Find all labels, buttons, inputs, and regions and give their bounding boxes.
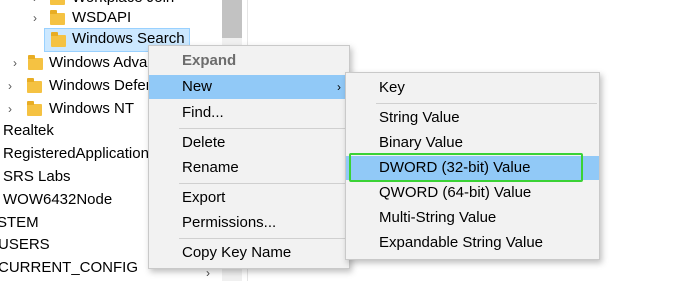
tree-item-label: WOW6432Node xyxy=(3,191,113,208)
folder-icon xyxy=(27,101,42,116)
menu-item-delete[interactable]: Delete xyxy=(149,131,349,155)
tree-item-label: RegisteredApplications xyxy=(3,145,157,162)
tree-item-label: WSDAPI xyxy=(72,9,132,26)
menu-item-expand[interactable]: Expand xyxy=(149,49,349,73)
menu-separator xyxy=(179,183,347,184)
menu-item-label: QWORD (64-bit) Value xyxy=(379,184,532,201)
menu-separator xyxy=(179,238,347,239)
submenu-item-binary-value[interactable]: Binary Value xyxy=(346,131,599,155)
folder-icon xyxy=(50,10,65,25)
folder-icon xyxy=(28,55,43,70)
menu-item-export[interactable]: Export xyxy=(149,186,349,210)
expand-chevron-icon[interactable]: › xyxy=(10,52,20,74)
tree-item-label: Realtek xyxy=(3,122,54,139)
submenu-arrow-icon: › xyxy=(337,80,341,94)
menu-item-label: Expand xyxy=(182,52,237,69)
menu-item-label: Find... xyxy=(182,104,224,121)
menu-item-label: Delete xyxy=(182,134,226,151)
menu-item-label: Copy Key Name xyxy=(182,244,292,261)
menu-item-find[interactable]: Find... xyxy=(149,101,349,125)
tree-item-label: USERS xyxy=(0,236,50,253)
expand-chevron-icon[interactable]: › xyxy=(5,75,15,97)
menu-item-label: Key xyxy=(379,79,405,96)
folder-icon xyxy=(50,0,65,5)
menu-item-label: Expandable String Value xyxy=(379,234,544,251)
menu-item-label: Export xyxy=(182,189,226,206)
submenu-item-string-value[interactable]: String Value xyxy=(346,106,599,130)
menu-item-copy-key-name[interactable]: Copy Key Name xyxy=(149,241,349,265)
menu-separator xyxy=(376,103,597,104)
menu-item-new[interactable]: New › xyxy=(149,75,349,99)
tree-item-label: Windows NT xyxy=(49,100,135,117)
annotation-highlight-box xyxy=(349,153,583,182)
menu-separator xyxy=(179,128,347,129)
tree-scrollbar-thumb[interactable] xyxy=(222,0,242,38)
menu-item-permissions[interactable]: Permissions... xyxy=(149,211,349,235)
menu-item-label: Permissions... xyxy=(182,214,277,231)
folder-icon xyxy=(51,32,66,47)
menu-item-label: Binary Value xyxy=(379,134,463,151)
context-menu: Expand New › Find... Delete Rename Expor… xyxy=(148,45,350,269)
expand-chevron-icon[interactable]: › xyxy=(5,98,15,120)
submenu-item-expandable-string-value[interactable]: Expandable String Value xyxy=(346,231,599,255)
expand-chevron-icon[interactable]: › xyxy=(30,7,40,29)
folder-icon xyxy=(27,78,42,93)
menu-item-label: String Value xyxy=(379,109,460,126)
submenu-item-multi-string-value[interactable]: Multi-String Value xyxy=(346,206,599,230)
tree-item-label: STEM xyxy=(0,214,39,231)
menu-item-rename[interactable]: Rename xyxy=(149,156,349,180)
submenu-item-key[interactable]: Key xyxy=(346,76,599,100)
submenu-item-qword-value[interactable]: QWORD (64-bit) Value xyxy=(346,181,599,205)
menu-item-label: Rename xyxy=(182,159,239,176)
tree-item-label: CURRENT_CONFIG xyxy=(0,259,139,276)
menu-item-label: New xyxy=(182,78,213,95)
tree-item-label: SRS Labs xyxy=(3,168,71,185)
menu-item-label: Multi-String Value xyxy=(379,209,497,226)
